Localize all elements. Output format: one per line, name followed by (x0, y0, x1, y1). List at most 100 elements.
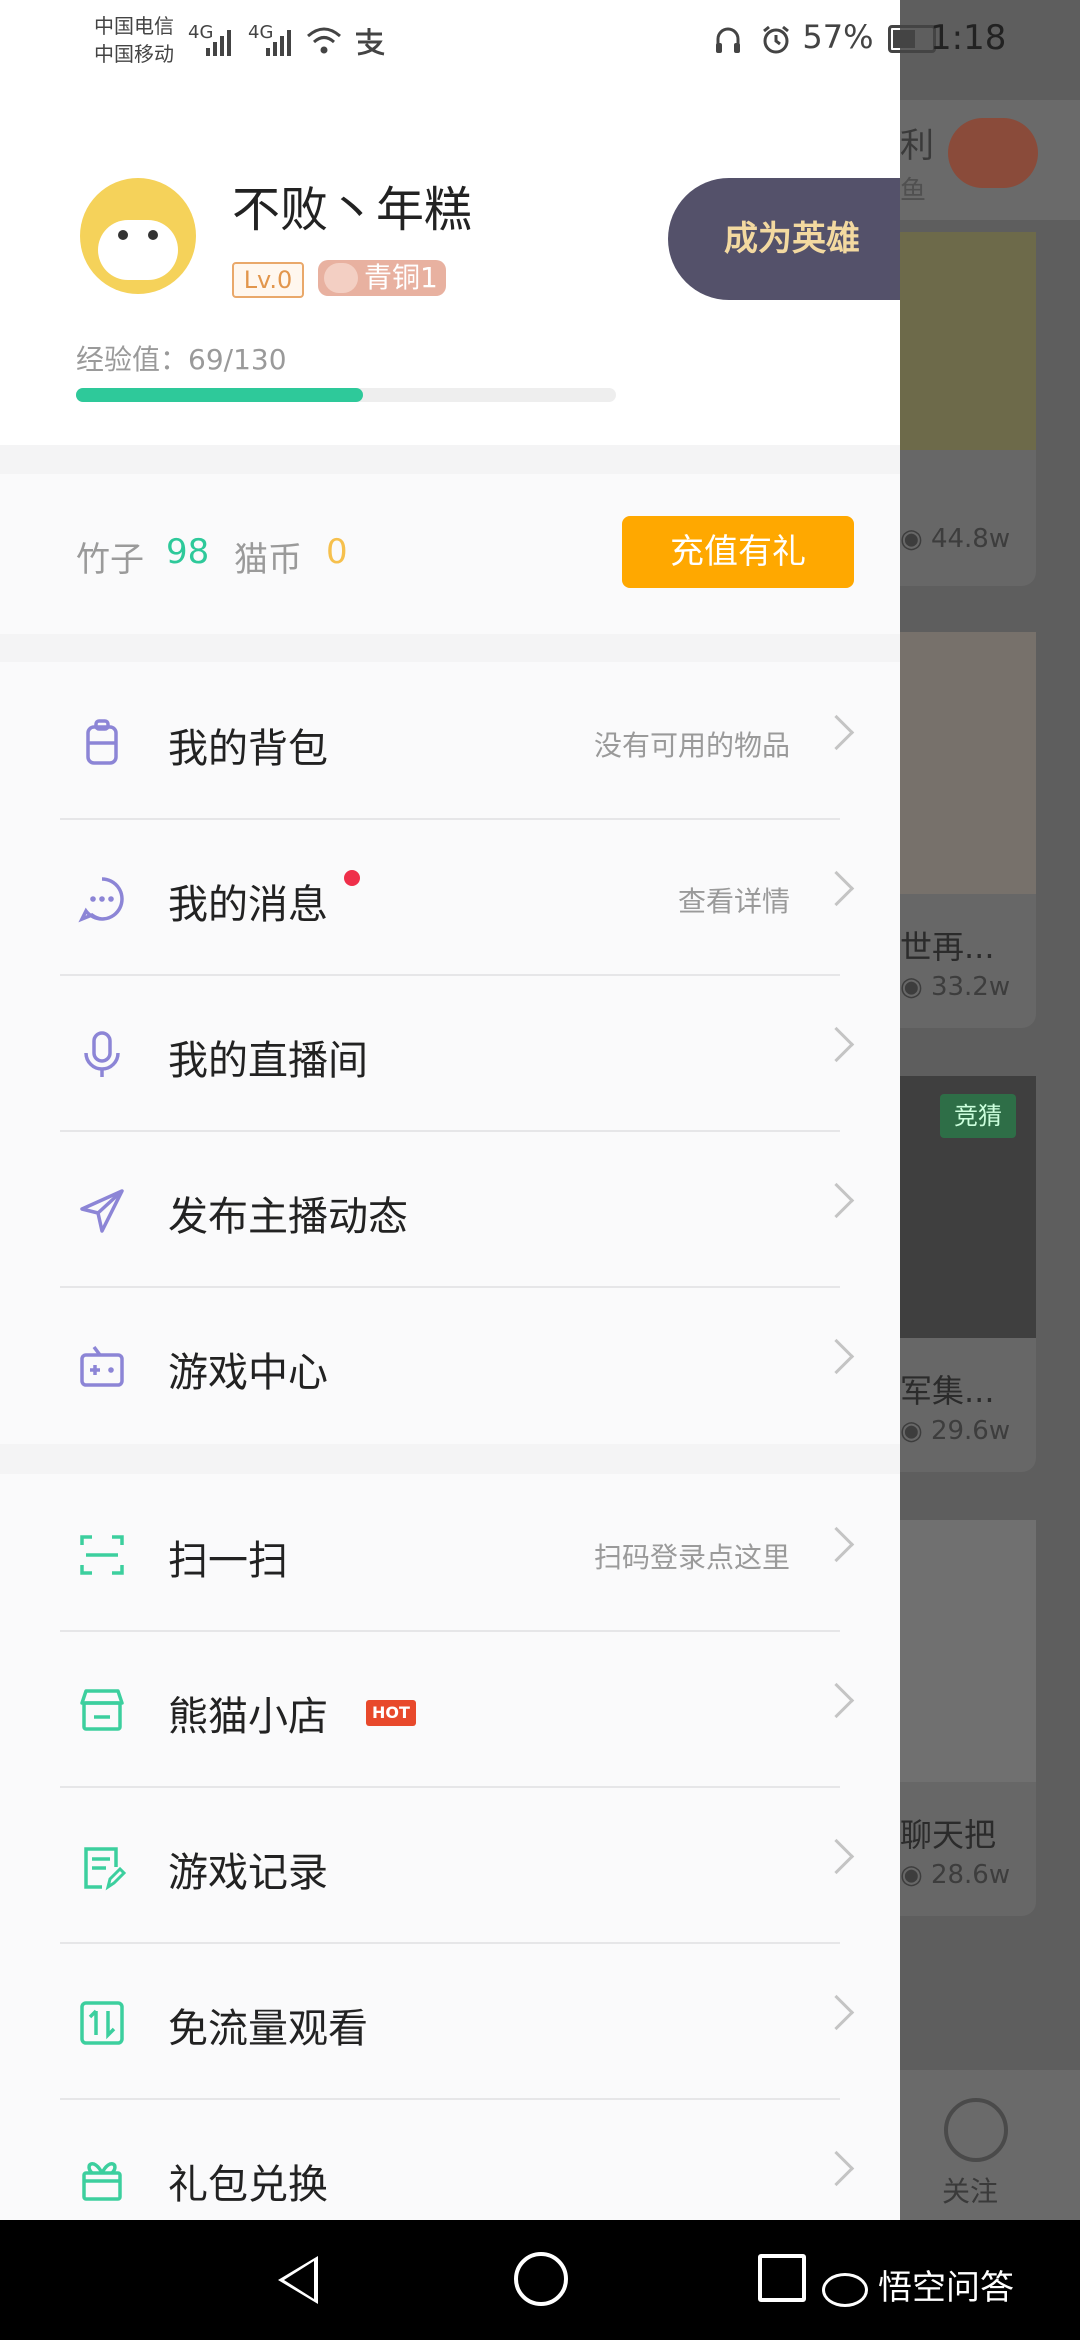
menu-item-hint: 查看详情 (677, 885, 790, 918)
chevron-right-icon (818, 1838, 855, 1875)
menu-item-scan[interactable]: 扫一扫 扫码登录点这里 (0, 1474, 900, 1632)
signal-icon (206, 30, 231, 56)
bamboo-label: 竹子 (76, 540, 144, 580)
alipay-icon (356, 28, 385, 56)
rank-badge: 青铜1 (318, 260, 446, 296)
pig-icon (324, 263, 358, 293)
menu-item-publish-post[interactable]: 发布主播动态 (0, 1130, 900, 1288)
clock: 1:18 (930, 18, 1007, 58)
chevron-right-icon (818, 1182, 855, 1219)
chevron-right-icon (818, 870, 855, 907)
avatar[interactable] (80, 178, 196, 294)
signal-icon (266, 30, 291, 56)
menu-item-label: 我的背包 (168, 726, 328, 772)
carrier-2: 中国移动 (94, 42, 174, 66)
menu-item-gift-redeem[interactable]: 礼包兑换 (0, 2098, 900, 2220)
heart-icon (944, 2098, 1008, 2162)
backpack-icon (86, 719, 118, 765)
home-icon[interactable] (514, 2252, 568, 2306)
headphones-icon (716, 27, 740, 53)
menu-item-label: 礼包兑换 (168, 2162, 328, 2208)
background-card-title: 军集... (900, 1372, 995, 1410)
chevron-right-icon (818, 1994, 855, 2031)
watermark-text: 悟空问答 (878, 2268, 1014, 2308)
menu-item-hint: 没有可用的物品 (593, 729, 790, 762)
chevron-right-icon (818, 1682, 855, 1719)
menu-item-label: 发布主播动态 (168, 1194, 408, 1240)
carrier-info: 中国电信 中国移动 (94, 12, 174, 68)
menu-group-primary: 我的背包 没有可用的物品 我的消息 查看详情 我的直播间 发布主播动态 游戏中心 (0, 662, 900, 1444)
background-card: ◉ 44.8w (900, 232, 1036, 586)
background-card-views: ◉ 28.6w (900, 1860, 1011, 1890)
background-card: 聊天把 ◉ 28.6w (900, 1520, 1036, 1916)
menu-item-game-center[interactable]: 游戏中心 (0, 1286, 900, 1444)
menu-item-panda-shop[interactable]: 熊猫小店 HOT (0, 1630, 900, 1788)
fish-icon (948, 118, 1038, 188)
background-card: 世再... ◉ 33.2w (900, 632, 1036, 1028)
shop-icon (80, 1689, 124, 1731)
battery-percent: 57% (802, 18, 874, 56)
record-icon (84, 1847, 127, 1891)
background-tab-label: 关注 (942, 2175, 999, 2208)
background-guess-badge: 竞猜 (940, 1094, 1016, 1138)
menu-item-label: 免流量观看 (168, 2006, 368, 2052)
menu-item-label: 熊猫小店 (168, 1694, 328, 1740)
coin-value: 0 (326, 532, 348, 572)
menu-item-label: 我的直播间 (168, 1038, 368, 1084)
message-icon (78, 877, 124, 923)
avatar-eye (118, 230, 128, 240)
background-card-thumbnail (900, 232, 1036, 450)
gift-icon (82, 2162, 122, 2201)
menu-item-backpack[interactable]: 我的背包 没有可用的物品 (0, 662, 900, 820)
menu-item-label: 游戏记录 (168, 1850, 328, 1896)
background-banner-subtitle: 鱼 (900, 176, 927, 206)
menu-item-my-live-room[interactable]: 我的直播间 (0, 974, 900, 1132)
background-card-views: ◉ 44.8w (900, 524, 1011, 554)
background-card-views: ◉ 29.6w (900, 1416, 1011, 1446)
chevron-right-icon (818, 1526, 855, 1563)
username[interactable]: 不败丶年糕 (232, 170, 472, 240)
menu-item-label: 扫一扫 (168, 1538, 288, 1584)
chevron-right-icon (818, 1026, 855, 1063)
experience-progress-bar (76, 388, 616, 402)
background-card-views: ◉ 33.2w (900, 972, 1011, 1002)
watermark: 悟空问答 (822, 2260, 1014, 2309)
data-free-icon (80, 2001, 124, 2045)
become-hero-button[interactable]: 成为英雄 (668, 178, 900, 300)
menu-item-label: 我的消息 (168, 882, 328, 928)
send-icon (80, 1189, 124, 1233)
background-banner-title: 利 (900, 126, 934, 166)
back-icon-inner (284, 2261, 314, 2299)
background-card-title: 世再... (900, 928, 995, 966)
battery-icon (887, 25, 936, 53)
level-badge: Lv.0 (232, 262, 304, 298)
chevron-right-icon (818, 2150, 855, 2187)
unread-dot (344, 870, 360, 886)
status-icons: 57% (712, 18, 942, 56)
menu-item-label: 游戏中心 (168, 1350, 328, 1396)
microphone-icon (84, 1031, 120, 1077)
wukong-logo-icon (822, 2272, 868, 2307)
scan-icon (80, 1535, 124, 1575)
system-nav-bar: 悟空问答 (0, 2220, 1080, 2340)
bamboo-value: 98 (166, 532, 210, 572)
wallet-section: 竹子 98 猫币 0 充值有礼 (0, 474, 900, 634)
background-tab-follow: 关注 (900, 2070, 1080, 2220)
alarm-icon (763, 25, 790, 54)
coin-label: 猫币 (234, 540, 302, 580)
recharge-button[interactable]: 充值有礼 (622, 516, 854, 588)
recent-apps-icon[interactable] (758, 2254, 806, 2302)
menu-item-messages[interactable]: 我的消息 查看详情 (0, 818, 900, 976)
menu-item-hint: 扫码登录点这里 (593, 1541, 790, 1574)
menu-item-game-record[interactable]: 游戏记录 (0, 1786, 900, 1944)
chevron-right-icon (818, 714, 855, 751)
rank-label: 青铜1 (364, 261, 438, 294)
status-bar: 中国电信 中国移动 4G 4G 57% 1:18 (0, 0, 1080, 80)
background-card-thumbnail (900, 632, 1036, 894)
menu-group-secondary: 扫一扫 扫码登录点这里 熊猫小店 HOT 游戏记录 免流量观看 礼包兑换 (0, 1474, 900, 2220)
avatar-eye (148, 230, 158, 240)
gamepad-icon (80, 1345, 124, 1387)
background-card-thumbnail (900, 1520, 1036, 1782)
chevron-right-icon (818, 1338, 855, 1375)
menu-item-data-free-watch[interactable]: 免流量观看 (0, 1942, 900, 2100)
